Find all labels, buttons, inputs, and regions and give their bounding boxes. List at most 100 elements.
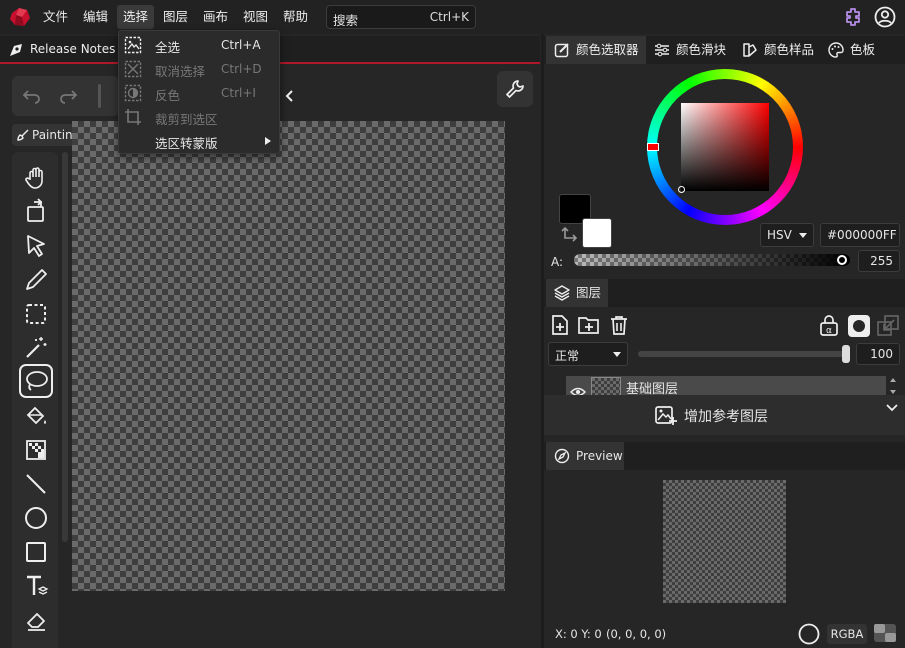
search-shortcut: Ctrl+K (429, 10, 469, 24)
layer-opacity-input[interactable]: 100 (856, 343, 900, 365)
plugin-icon[interactable] (843, 7, 863, 27)
add-reference-layer-bar[interactable]: 增加参考图层 (544, 395, 905, 435)
tab-label: 颜色选取器 (576, 42, 639, 57)
paint-bucket-icon (26, 406, 46, 425)
menu-layer[interactable]: 图层 (157, 5, 194, 29)
layer-opacity-knob[interactable] (842, 345, 850, 363)
menu-item-crop-to-selection[interactable]: 裁剪到选区 (119, 105, 279, 129)
collapse-left-icon[interactable] (284, 88, 296, 104)
wrench-icon (506, 80, 524, 98)
transparency-grid-icon[interactable] (873, 623, 897, 643)
magic-wand-icon (26, 337, 47, 358)
alpha-input[interactable]: 255 (858, 250, 900, 272)
menu-canvas[interactable]: 画布 (197, 5, 234, 29)
menu-item-deselect[interactable]: 取消选择 Ctrl+D (119, 57, 279, 81)
chevron-down-icon (613, 352, 621, 357)
undo-icon[interactable] (22, 87, 42, 105)
search-box[interactable]: 搜索 Ctrl+K (326, 5, 476, 29)
menu-edit[interactable]: 编辑 (77, 5, 114, 29)
tab-color-swatches[interactable]: 颜色样品 (734, 36, 826, 64)
saturation-value-square[interactable] (681, 103, 769, 191)
layer-list-scrollbar[interactable] (888, 376, 898, 396)
menu-item-invert[interactable]: 反色 Ctrl+I (119, 81, 279, 105)
menu-item-label: 选区转蒙版 (155, 136, 218, 151)
menu-item-shortcut: Ctrl+D (221, 62, 262, 76)
layer-mask-icon[interactable] (847, 314, 871, 338)
new-layer-icon[interactable] (549, 314, 571, 336)
preview-panel-header: Preview (544, 442, 905, 470)
gradient-tool[interactable] (20, 434, 52, 466)
tab-color-sliders[interactable]: 颜色滑块 (646, 36, 738, 64)
menu-help[interactable]: 帮助 (277, 5, 314, 29)
tab-palette[interactable]: 色板 (820, 36, 892, 64)
tab-preview[interactable]: Preview (546, 442, 624, 470)
history-toolbar (12, 76, 120, 116)
rectangle-icon (26, 542, 46, 562)
text-tool[interactable] (20, 570, 52, 602)
submenu-arrow-icon (265, 137, 271, 145)
rotate-tool[interactable] (20, 196, 52, 228)
blend-mode-select[interactable]: 正常 (548, 342, 628, 366)
eraser-tool[interactable] (20, 604, 52, 636)
rect-select-tool[interactable] (20, 298, 52, 330)
document-tab-title[interactable]: Release Notes 2 (0, 36, 127, 62)
tool-settings-button[interactable] (497, 71, 533, 107)
select-menu-dropdown: 全选 Ctrl+A 取消选择 Ctrl+D 反色 Ctrl+I 裁剪到选区 选区… (118, 30, 280, 154)
search-label: 搜索 (333, 13, 359, 28)
tab-color-picker[interactable]: 颜色选取器 (546, 36, 646, 64)
menu-file[interactable]: 文件 (37, 5, 74, 29)
ellipse-tool[interactable] (20, 502, 52, 534)
rectangle-tool[interactable] (20, 536, 52, 568)
layer-row[interactable]: 基础图层 (566, 376, 886, 396)
pencil-tool[interactable] (20, 264, 52, 296)
rect-select-icon (26, 304, 46, 324)
tool-palette-scrollbar[interactable] (62, 152, 68, 542)
chevron-down-icon[interactable] (886, 403, 898, 413)
deselect-icon (124, 60, 142, 78)
hue-cursor[interactable] (647, 143, 659, 151)
layers-icon (554, 285, 570, 301)
color-mode-value: HSV (767, 228, 792, 242)
secondary-color-swatch[interactable] (582, 218, 612, 248)
menu-select[interactable]: 选择 (117, 5, 155, 29)
lasso-tool[interactable] (19, 364, 53, 398)
redo-icon[interactable] (58, 87, 78, 105)
menu-item-select-all[interactable]: 全选 Ctrl+A (119, 33, 279, 57)
hex-color-input[interactable]: #000000FF (820, 223, 900, 247)
color-format-button[interactable]: RGBA (827, 624, 867, 644)
account-icon[interactable] (874, 6, 896, 28)
preview-thumbnail[interactable] (663, 480, 786, 603)
new-group-icon[interactable] (577, 314, 601, 336)
paint-bucket-tool[interactable] (20, 400, 52, 432)
lock-alpha-icon[interactable]: α (818, 314, 840, 336)
delete-layer-icon[interactable] (608, 314, 630, 336)
pencil-icon (26, 269, 47, 290)
color-mode-select[interactable]: HSV (760, 223, 814, 247)
layers-panel-header: 图层 (544, 279, 905, 307)
alpha-slider[interactable] (574, 254, 850, 266)
ellipse-icon (25, 507, 47, 529)
tool-palette (12, 152, 58, 648)
hand-icon (25, 167, 43, 189)
painting-mode-button[interactable]: Painting (12, 124, 80, 146)
compass-icon (554, 448, 570, 464)
alpha-slider-knob[interactable] (837, 255, 847, 265)
chevron-down-icon (799, 233, 807, 238)
line-tool[interactable] (20, 468, 52, 500)
pointer-tool[interactable] (20, 230, 52, 262)
blend-mode-value: 正常 (555, 349, 580, 363)
alpha-label: A: (551, 255, 564, 269)
panel-divider[interactable] (541, 34, 544, 648)
hand-tool[interactable] (20, 162, 52, 194)
merge-layer-icon[interactable] (876, 314, 900, 338)
sv-cursor[interactable] (678, 186, 685, 193)
menu-item-selection-to-mask[interactable]: 选区转蒙版 (119, 129, 279, 153)
tab-layers[interactable]: 图层 (546, 279, 608, 307)
swap-colors-icon[interactable] (561, 226, 579, 244)
magic-wand-tool[interactable] (20, 332, 52, 364)
drawing-canvas[interactable] (72, 121, 505, 591)
menu-view[interactable]: 视图 (237, 5, 274, 29)
select-all-icon (124, 36, 142, 54)
layer-opacity-slider[interactable] (638, 351, 848, 357)
color-preview-circle-icon (798, 623, 820, 645)
